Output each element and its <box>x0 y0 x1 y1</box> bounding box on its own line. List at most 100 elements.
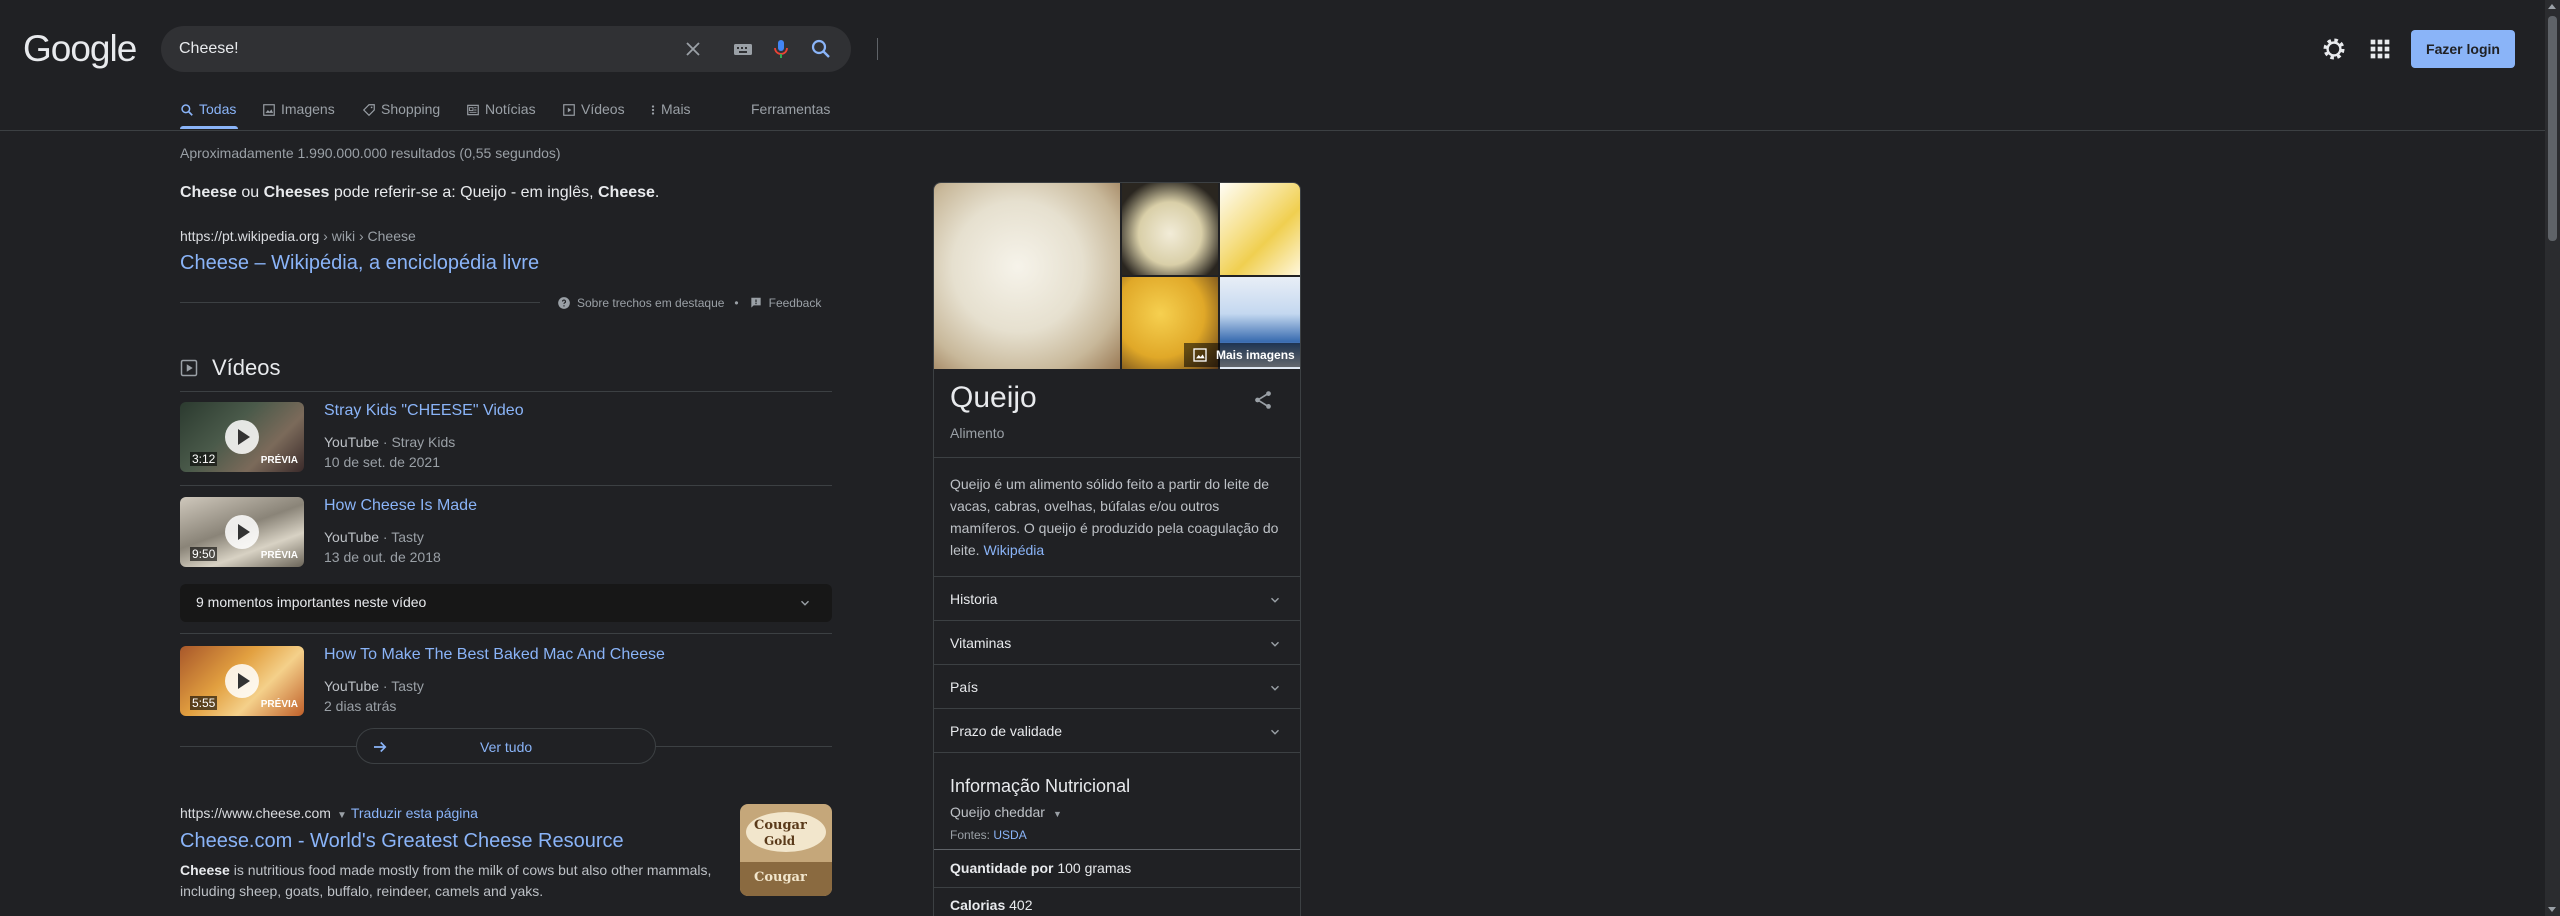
usda-link[interactable]: USDA <box>993 828 1026 842</box>
feedback-link[interactable]: Feedback <box>769 296 822 310</box>
scrollbar-thumb[interactable] <box>2548 16 2557 241</box>
tab-label: Ferramentas <box>751 101 831 117</box>
tabs-divider <box>0 130 2545 131</box>
video-section-icon <box>180 359 198 377</box>
accordion-label: Vitaminas <box>950 635 1012 651</box>
search-icon[interactable] <box>809 37 833 61</box>
key-moments-toggle[interactable]: 9 momentos importantes neste vídeo <box>180 584 832 622</box>
scroll-up-arrow-icon[interactable] <box>2548 4 2556 9</box>
caret-down-icon: ▼ <box>1052 809 1062 819</box>
footer-dot: • <box>734 296 739 310</box>
tab-label: Todas <box>199 101 237 117</box>
result-url[interactable]: https://www.cheese.com ▼ Traduzir esta pág… <box>180 805 478 821</box>
video-source: YouTube <box>324 434 380 450</box>
play-icon[interactable] <box>225 664 259 698</box>
snippet-text: ou <box>236 184 264 201</box>
feedback-icon[interactable] <box>749 296 763 310</box>
video-thumbnail[interactable]: 3:12 PRÉVIA <box>180 402 304 472</box>
url-breadcrumb: › wiki › Cheese <box>319 228 416 244</box>
google-logo[interactable]: Google <box>23 28 137 70</box>
snippet-result-title[interactable]: Cheese – Wikipédia, a enciclopédia livre <box>180 252 539 275</box>
knowledge-panel: Mais imagens Queijo Alimento Queijo é um… <box>933 182 1301 916</box>
clear-icon[interactable] <box>681 37 705 61</box>
result-thumbnail[interactable]: Cougar Gold Cougar <box>740 804 832 896</box>
video-title[interactable]: Stray Kids "CHEESE" Video <box>324 402 524 420</box>
accordion-vitaminas[interactable]: Vitaminas <box>934 620 1300 664</box>
snippet-url[interactable]: https://pt.wikipedia.org › wiki › Cheese <box>180 228 416 244</box>
thumb-label: Cougar <box>754 870 807 885</box>
url-domain: https://www.cheese.com <box>180 805 331 821</box>
nutrition-food-select[interactable]: Queijo cheddar ▼ <box>950 804 1062 820</box>
search-box[interactable] <box>161 26 878 72</box>
play-icon <box>563 104 575 116</box>
video-date: 13 de out. de 2018 <box>324 549 441 565</box>
scroll-down-arrow-icon[interactable] <box>2548 907 2556 912</box>
video-channel: Tasty <box>391 678 424 694</box>
nutrition-quantity-row: Quantidade por 100 gramas <box>950 860 1131 876</box>
more-images-button[interactable]: Mais imagens <box>1184 343 1300 367</box>
thumb-label: Gold <box>764 834 796 848</box>
settings-gear-icon[interactable] <box>2320 35 2348 63</box>
chevron-down-icon <box>1271 729 1279 735</box>
cheese-image[interactable] <box>1220 183 1300 275</box>
video-date: 10 de set. de 2021 <box>324 454 440 470</box>
result-stats: Aproximadamente 1.990.000.000 resultados… <box>180 145 561 161</box>
video-result[interactable]: 9:50 PRÉVIA How Cheese Is Made YouTube ·… <box>180 497 832 569</box>
result-title[interactable]: Cheese.com - World's Greatest Cheese Res… <box>180 830 624 853</box>
chevron-down-icon <box>1271 641 1279 647</box>
cheese-image[interactable] <box>1122 183 1218 275</box>
url-domain: https://pt.wikipedia.org <box>180 228 320 244</box>
video-source: YouTube <box>324 678 380 694</box>
tab-label: Imagens <box>281 101 335 117</box>
source-label: Fontes: <box>950 828 994 842</box>
apps-grid-icon[interactable] <box>2366 35 2394 63</box>
cheese-image[interactable] <box>934 183 1120 369</box>
tab-label: Vídeos <box>581 101 625 117</box>
divider <box>180 633 832 634</box>
search-input[interactable] <box>179 38 659 60</box>
snippet-text: pode referir-se a: Queijo - em inglês, <box>329 184 598 201</box>
snippet-bold: Cheeses <box>263 184 330 201</box>
caret-down-icon[interactable]: ▼ <box>337 810 347 821</box>
accordion-label: Historia <box>950 591 998 607</box>
video-result[interactable]: 3:12 PRÉVIA Stray Kids "CHEESE" Video Yo… <box>180 402 832 474</box>
video-duration: 9:50 <box>190 547 218 561</box>
row-value: 402 <box>1005 897 1033 913</box>
video-title[interactable]: How To Make The Best Baked Mac And Chees… <box>324 646 665 664</box>
wikipedia-link[interactable]: Wikipédia <box>983 542 1044 558</box>
snippet-text: . <box>654 184 660 201</box>
video-channel: Stray Kids <box>391 434 456 450</box>
video-duration: 5:55 <box>190 696 218 710</box>
row-label: Quantidade por <box>950 860 1054 876</box>
play-icon[interactable] <box>225 420 259 454</box>
translate-link[interactable]: Traduzir esta página <box>351 805 478 821</box>
accordion-historia[interactable]: Historia <box>934 576 1300 620</box>
desc-bold: Cheese <box>180 862 230 878</box>
accordion-label: País <box>950 679 979 695</box>
share-icon[interactable] <box>1252 389 1274 411</box>
login-button[interactable]: Fazer login <box>2411 30 2515 68</box>
about-snippets-link[interactable]: Sobre trechos em destaque <box>577 296 724 310</box>
see-all-videos-button[interactable]: Ver tudo <box>356 728 656 764</box>
play-icon[interactable] <box>225 515 259 549</box>
video-thumbnail[interactable]: 9:50 PRÉVIA <box>180 497 304 567</box>
row-label: Calorias <box>950 897 1006 913</box>
tab-label: Shopping <box>381 101 441 117</box>
active-tab-indicator <box>180 126 238 129</box>
video-thumbnail[interactable]: 5:55 PRÉVIA <box>180 646 304 716</box>
news-icon <box>467 104 479 116</box>
chevron-down-icon <box>1271 685 1279 691</box>
page-scrollbar[interactable] <box>2545 0 2560 916</box>
nutrition-title: Informação Nutricional <box>950 776 1131 796</box>
keyboard-icon[interactable] <box>731 37 755 61</box>
video-meta: YouTube · Stray Kids <box>324 434 456 450</box>
video-result[interactable]: 5:55 PRÉVIA How To Make The Best Baked M… <box>180 646 832 718</box>
accordion-pais[interactable]: País <box>934 664 1300 708</box>
divider <box>180 391 832 392</box>
help-icon[interactable] <box>557 296 571 310</box>
accordion-prazo-de-validade[interactable]: Prazo de validade <box>934 708 1300 752</box>
microphone-icon[interactable] <box>769 37 793 61</box>
divider <box>934 887 1300 888</box>
thumb-label: Cougar <box>754 818 807 833</box>
video-title[interactable]: How Cheese Is Made <box>324 497 477 515</box>
